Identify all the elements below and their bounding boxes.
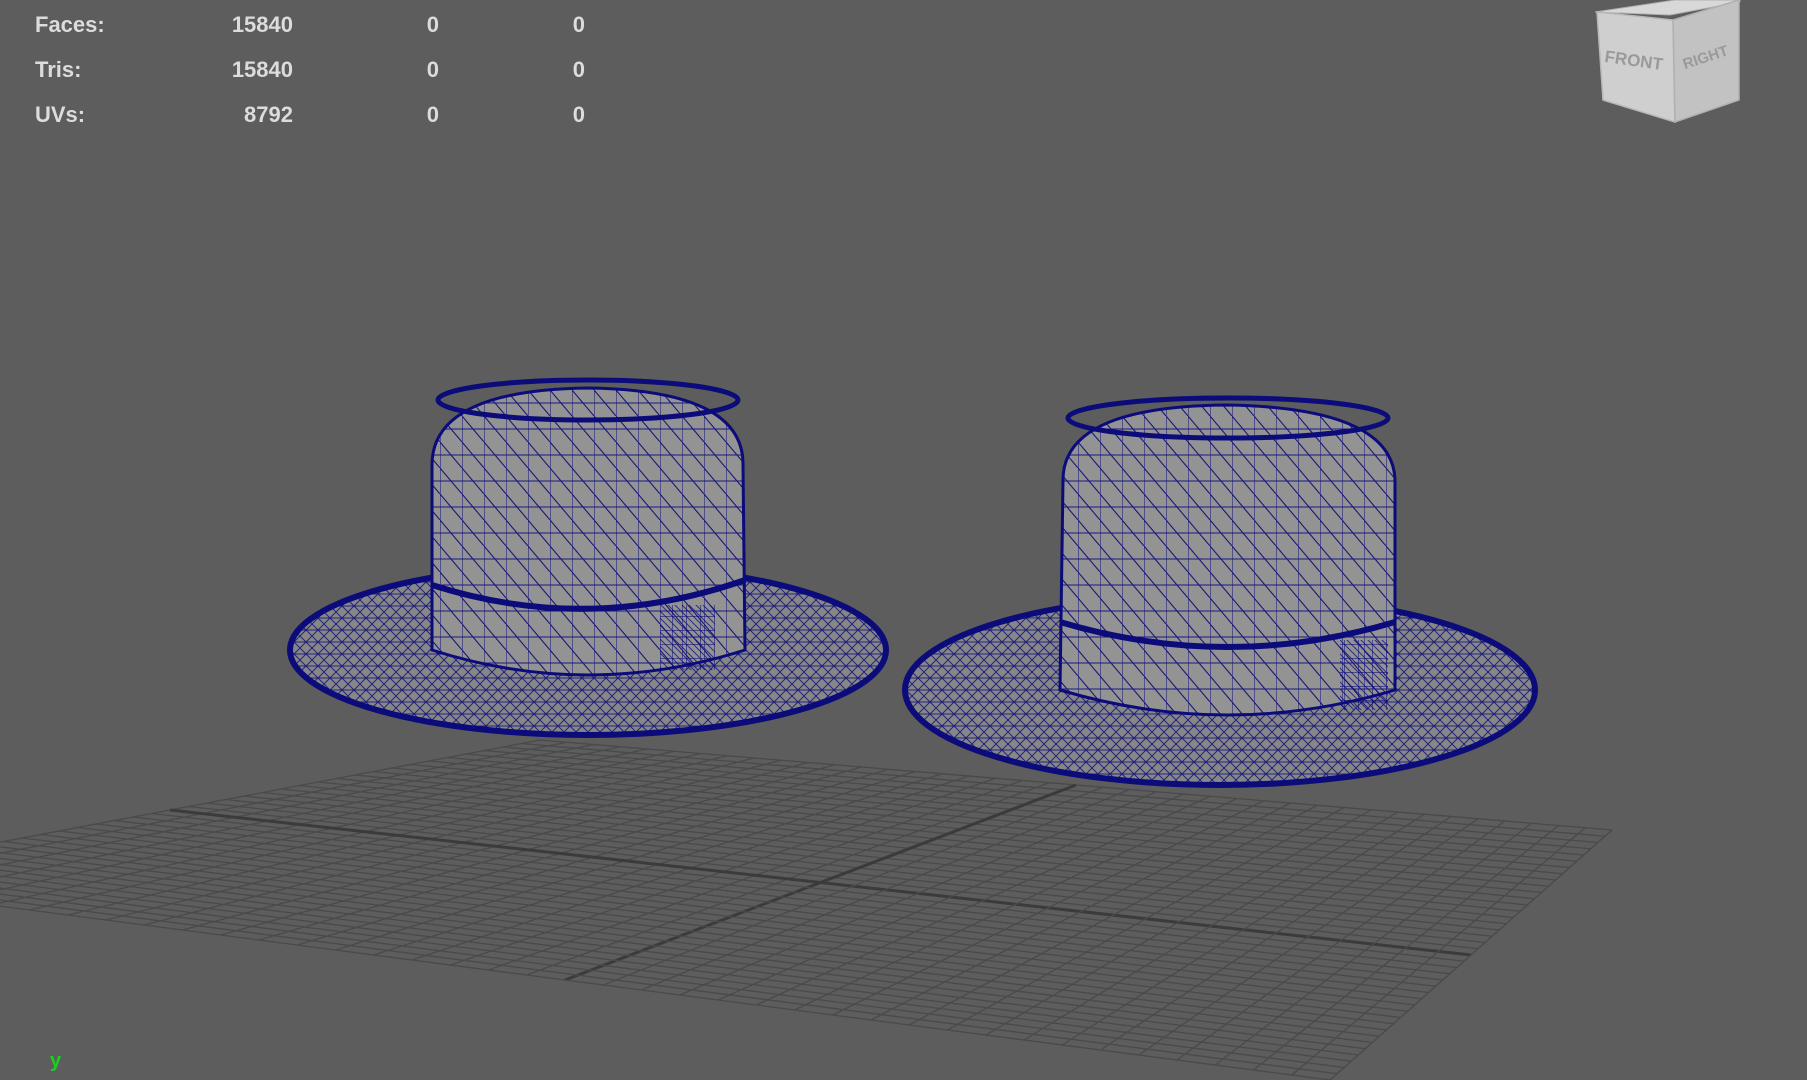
axis-indicator-y: y (50, 1050, 62, 1072)
hud-value: 0 (426, 57, 439, 82)
hud-value: 0 (426, 102, 439, 127)
hud-row-uvs: UVs: 8792 0 0 (0, 102, 620, 132)
perspective-viewport[interactable]: Faces: 15840 0 0 Tris: 15840 0 0 UVs: 87… (0, 0, 1807, 1080)
hud-value: 15840 (231, 57, 293, 82)
view-cube[interactable]: FRONT RIGHT (1585, 0, 1745, 130)
hud-value: 8792 (244, 102, 293, 127)
hud-row-faces: Faces: 15840 0 0 (0, 12, 620, 42)
hat-band-bow (660, 605, 715, 670)
hud-value: 15840 (231, 12, 293, 37)
hat-band-bow (1340, 640, 1388, 710)
grid-line (1329, 829, 1613, 1080)
hud-value: 0 (572, 102, 585, 127)
hud-value: 0 (572, 57, 585, 82)
hud-row-tris: Tris: 15840 0 0 (0, 57, 620, 87)
scene-canvas[interactable] (0, 0, 1807, 1080)
hat-mesh-right[interactable] (902, 395, 1538, 788)
hud-value: 0 (572, 12, 585, 37)
grid-line (0, 887, 1352, 1062)
poly-count-hud: Faces: 15840 0 0 Tris: 15840 0 0 UVs: 87… (0, 0, 620, 140)
hud-label: Faces: (35, 12, 105, 37)
hud-label: Tris: (35, 57, 82, 82)
hat-mesh-left[interactable] (287, 377, 889, 738)
hud-label: UVs: (35, 102, 86, 127)
grid-line (0, 743, 594, 866)
ground-grid (0, 739, 1613, 1080)
hud-value: 0 (426, 12, 439, 37)
